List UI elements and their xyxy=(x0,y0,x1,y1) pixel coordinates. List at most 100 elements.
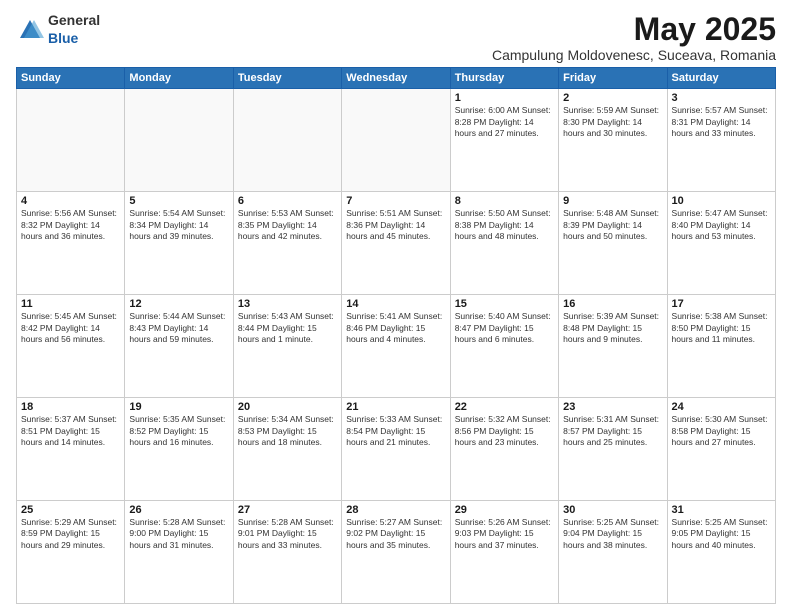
day-info: Sunrise: 5:25 AM Sunset: 9:05 PM Dayligh… xyxy=(672,517,771,551)
day-cell: 18Sunrise: 5:37 AM Sunset: 8:51 PM Dayli… xyxy=(17,398,125,501)
day-number: 21 xyxy=(346,401,445,413)
day-number: 8 xyxy=(455,195,554,207)
day-info: Sunrise: 5:44 AM Sunset: 8:43 PM Dayligh… xyxy=(129,311,228,345)
calendar-table: SundayMondayTuesdayWednesdayThursdayFrid… xyxy=(16,67,776,604)
day-number: 10 xyxy=(672,195,771,207)
day-info: Sunrise: 5:38 AM Sunset: 8:50 PM Dayligh… xyxy=(672,311,771,345)
page: General Blue May 2025 Campulung Moldoven… xyxy=(0,0,792,612)
day-number: 3 xyxy=(672,92,771,104)
day-number: 28 xyxy=(346,504,445,516)
day-number: 16 xyxy=(563,298,662,310)
logo-general-text: General xyxy=(48,12,100,28)
day-info: Sunrise: 5:40 AM Sunset: 8:47 PM Dayligh… xyxy=(455,311,554,345)
day-info: Sunrise: 5:47 AM Sunset: 8:40 PM Dayligh… xyxy=(672,208,771,242)
month-title: May 2025 xyxy=(492,12,776,47)
day-cell xyxy=(342,89,450,192)
day-cell: 9Sunrise: 5:48 AM Sunset: 8:39 PM Daylig… xyxy=(559,192,667,295)
day-info: Sunrise: 5:25 AM Sunset: 9:04 PM Dayligh… xyxy=(563,517,662,551)
day-number: 20 xyxy=(238,401,337,413)
header-day-monday: Monday xyxy=(125,68,233,89)
day-number: 11 xyxy=(21,298,120,310)
day-cell: 7Sunrise: 5:51 AM Sunset: 8:36 PM Daylig… xyxy=(342,192,450,295)
logo-general: General Blue xyxy=(48,12,100,48)
day-info: Sunrise: 5:45 AM Sunset: 8:42 PM Dayligh… xyxy=(21,311,120,345)
day-cell: 29Sunrise: 5:26 AM Sunset: 9:03 PM Dayli… xyxy=(450,501,558,604)
day-cell: 22Sunrise: 5:32 AM Sunset: 8:56 PM Dayli… xyxy=(450,398,558,501)
day-cell: 30Sunrise: 5:25 AM Sunset: 9:04 PM Dayli… xyxy=(559,501,667,604)
day-number: 9 xyxy=(563,195,662,207)
day-info: Sunrise: 5:35 AM Sunset: 8:52 PM Dayligh… xyxy=(129,414,228,448)
header-day-wednesday: Wednesday xyxy=(342,68,450,89)
day-info: Sunrise: 5:27 AM Sunset: 9:02 PM Dayligh… xyxy=(346,517,445,551)
header-day-saturday: Saturday xyxy=(667,68,775,89)
day-info: Sunrise: 5:30 AM Sunset: 8:58 PM Dayligh… xyxy=(672,414,771,448)
day-number: 15 xyxy=(455,298,554,310)
day-cell: 23Sunrise: 5:31 AM Sunset: 8:57 PM Dayli… xyxy=(559,398,667,501)
day-number: 30 xyxy=(563,504,662,516)
week-row-2: 4Sunrise: 5:56 AM Sunset: 8:32 PM Daylig… xyxy=(17,192,776,295)
day-number: 4 xyxy=(21,195,120,207)
header-day-friday: Friday xyxy=(559,68,667,89)
day-cell: 31Sunrise: 5:25 AM Sunset: 9:05 PM Dayli… xyxy=(667,501,775,604)
day-info: Sunrise: 5:32 AM Sunset: 8:56 PM Dayligh… xyxy=(455,414,554,448)
week-row-3: 11Sunrise: 5:45 AM Sunset: 8:42 PM Dayli… xyxy=(17,295,776,398)
title-block: May 2025 Campulung Moldovenesc, Suceava,… xyxy=(492,12,776,63)
day-cell: 26Sunrise: 5:28 AM Sunset: 9:00 PM Dayli… xyxy=(125,501,233,604)
day-info: Sunrise: 5:34 AM Sunset: 8:53 PM Dayligh… xyxy=(238,414,337,448)
day-info: Sunrise: 5:41 AM Sunset: 8:46 PM Dayligh… xyxy=(346,311,445,345)
day-number: 12 xyxy=(129,298,228,310)
week-row-5: 25Sunrise: 5:29 AM Sunset: 8:59 PM Dayli… xyxy=(17,501,776,604)
day-number: 19 xyxy=(129,401,228,413)
day-cell: 20Sunrise: 5:34 AM Sunset: 8:53 PM Dayli… xyxy=(233,398,341,501)
day-number: 23 xyxy=(563,401,662,413)
day-info: Sunrise: 5:56 AM Sunset: 8:32 PM Dayligh… xyxy=(21,208,120,242)
location-subtitle: Campulung Moldovenesc, Suceava, Romania xyxy=(492,47,776,63)
day-info: Sunrise: 5:26 AM Sunset: 9:03 PM Dayligh… xyxy=(455,517,554,551)
header-day-tuesday: Tuesday xyxy=(233,68,341,89)
day-number: 24 xyxy=(672,401,771,413)
day-cell: 25Sunrise: 5:29 AM Sunset: 8:59 PM Dayli… xyxy=(17,501,125,604)
day-info: Sunrise: 5:28 AM Sunset: 9:00 PM Dayligh… xyxy=(129,517,228,551)
day-cell: 21Sunrise: 5:33 AM Sunset: 8:54 PM Dayli… xyxy=(342,398,450,501)
day-number: 26 xyxy=(129,504,228,516)
day-cell xyxy=(17,89,125,192)
day-number: 13 xyxy=(238,298,337,310)
day-cell: 13Sunrise: 5:43 AM Sunset: 8:44 PM Dayli… xyxy=(233,295,341,398)
day-number: 5 xyxy=(129,195,228,207)
day-cell xyxy=(125,89,233,192)
day-info: Sunrise: 6:00 AM Sunset: 8:28 PM Dayligh… xyxy=(455,105,554,139)
day-number: 17 xyxy=(672,298,771,310)
day-info: Sunrise: 5:31 AM Sunset: 8:57 PM Dayligh… xyxy=(563,414,662,448)
day-number: 2 xyxy=(563,92,662,104)
day-cell: 17Sunrise: 5:38 AM Sunset: 8:50 PM Dayli… xyxy=(667,295,775,398)
day-cell: 2Sunrise: 5:59 AM Sunset: 8:30 PM Daylig… xyxy=(559,89,667,192)
day-cell: 1Sunrise: 6:00 AM Sunset: 8:28 PM Daylig… xyxy=(450,89,558,192)
day-cell: 16Sunrise: 5:39 AM Sunset: 8:48 PM Dayli… xyxy=(559,295,667,398)
day-number: 1 xyxy=(455,92,554,104)
day-cell: 3Sunrise: 5:57 AM Sunset: 8:31 PM Daylig… xyxy=(667,89,775,192)
week-row-4: 18Sunrise: 5:37 AM Sunset: 8:51 PM Dayli… xyxy=(17,398,776,501)
day-info: Sunrise: 5:37 AM Sunset: 8:51 PM Dayligh… xyxy=(21,414,120,448)
day-number: 27 xyxy=(238,504,337,516)
day-cell: 14Sunrise: 5:41 AM Sunset: 8:46 PM Dayli… xyxy=(342,295,450,398)
header: General Blue May 2025 Campulung Moldoven… xyxy=(16,12,776,63)
header-day-thursday: Thursday xyxy=(450,68,558,89)
day-cell: 4Sunrise: 5:56 AM Sunset: 8:32 PM Daylig… xyxy=(17,192,125,295)
day-cell: 12Sunrise: 5:44 AM Sunset: 8:43 PM Dayli… xyxy=(125,295,233,398)
day-info: Sunrise: 5:29 AM Sunset: 8:59 PM Dayligh… xyxy=(21,517,120,551)
day-info: Sunrise: 5:59 AM Sunset: 8:30 PM Dayligh… xyxy=(563,105,662,139)
day-number: 31 xyxy=(672,504,771,516)
logo-icon xyxy=(16,16,44,44)
day-number: 18 xyxy=(21,401,120,413)
day-cell: 27Sunrise: 5:28 AM Sunset: 9:01 PM Dayli… xyxy=(233,501,341,604)
day-cell xyxy=(233,89,341,192)
day-cell: 5Sunrise: 5:54 AM Sunset: 8:34 PM Daylig… xyxy=(125,192,233,295)
day-info: Sunrise: 5:33 AM Sunset: 8:54 PM Dayligh… xyxy=(346,414,445,448)
day-number: 29 xyxy=(455,504,554,516)
day-cell: 19Sunrise: 5:35 AM Sunset: 8:52 PM Dayli… xyxy=(125,398,233,501)
day-number: 14 xyxy=(346,298,445,310)
day-info: Sunrise: 5:39 AM Sunset: 8:48 PM Dayligh… xyxy=(563,311,662,345)
day-info: Sunrise: 5:57 AM Sunset: 8:31 PM Dayligh… xyxy=(672,105,771,139)
day-cell: 8Sunrise: 5:50 AM Sunset: 8:38 PM Daylig… xyxy=(450,192,558,295)
day-cell: 15Sunrise: 5:40 AM Sunset: 8:47 PM Dayli… xyxy=(450,295,558,398)
